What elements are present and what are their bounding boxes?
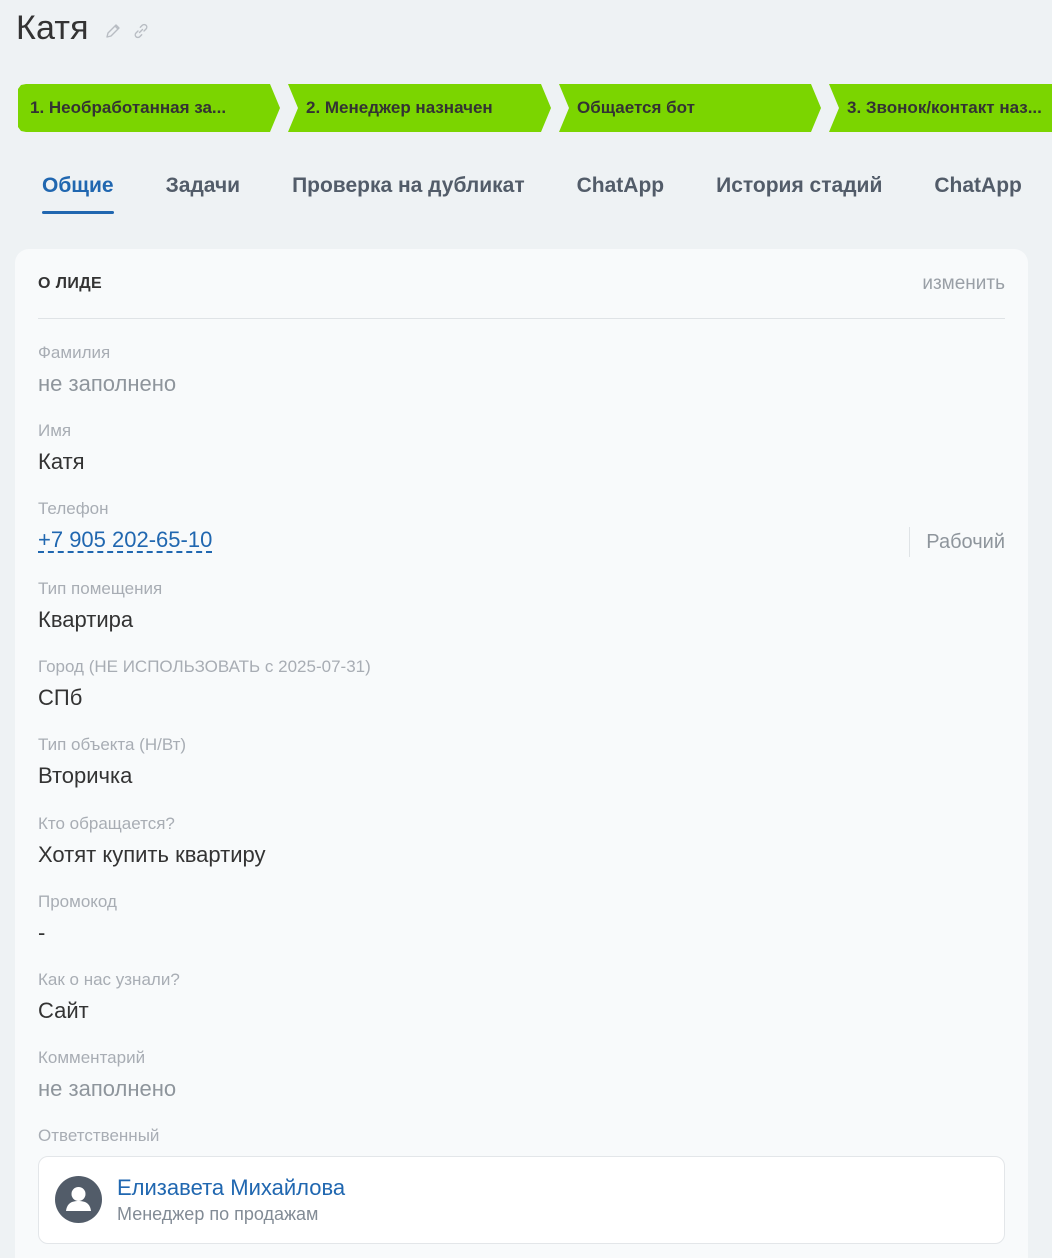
promo-label: Промокод — [38, 892, 117, 911]
card-title: О ЛИДЕ — [38, 275, 103, 292]
tab-chatapp-2[interactable]: ChatApp — [934, 160, 1022, 214]
name-value: Катя — [38, 449, 85, 474]
who-label: Кто обращается? — [38, 814, 175, 833]
phone-link[interactable]: +7 905 202-65-10 — [38, 528, 213, 554]
avatar[interactable] — [55, 1176, 102, 1223]
comment-value: не заполнено — [38, 1076, 177, 1101]
title-actions — [103, 21, 151, 41]
stage-unprocessed[interactable]: 1. Необработанная за... — [18, 84, 280, 132]
page-title: Катя — [16, 8, 89, 47]
stage-call-contact[interactable]: 3. Звонок/контакт наз... — [829, 84, 1052, 132]
tab-duplicate-check[interactable]: Проверка на дубликат — [292, 160, 525, 214]
promo-value: - — [38, 920, 46, 945]
responsible-name[interactable]: Елизавета Михайлова — [117, 1175, 345, 1201]
phone-label: Телефон — [38, 499, 109, 518]
responsible-role: Менеджер по продажам — [117, 1204, 319, 1224]
city-value: СПб — [38, 685, 83, 710]
stage-progress-bar: 1. Необработанная за... 2. Менеджер назн… — [18, 84, 1052, 132]
phone-value: +7 905 202-65-10 — [38, 527, 213, 554]
tab-stage-history[interactable]: История стадий — [716, 160, 882, 214]
tab-chatapp[interactable]: ChatApp — [577, 160, 665, 214]
tab-general[interactable]: Общие — [42, 160, 114, 214]
room-type-label: Тип помещения — [38, 579, 163, 598]
source-value: Сайт — [38, 998, 89, 1023]
edit-link[interactable]: изменить — [922, 269, 1005, 295]
tab-bar: Общие Задачи Проверка на дубликат ChatApp Ис… — [42, 160, 1052, 216]
link-icon[interactable] — [131, 21, 151, 41]
user-icon — [66, 1187, 91, 1211]
comment-label: Комментарий — [38, 1048, 146, 1067]
stage-manager-assigned[interactable]: 2. Менеджер назначен — [288, 84, 551, 132]
lastname-value: не заполнено — [38, 371, 177, 396]
tab-tasks[interactable]: Задачи — [166, 160, 240, 214]
stage-bot-chatting[interactable]: Общается бот — [559, 84, 821, 132]
object-type-label: Тип объекта (Н/Вт) — [38, 735, 187, 754]
room-type-value: Квартира — [38, 607, 134, 632]
city-label: Город (НЕ ИСПОЛЬЗОВАТЬ с 2025-07-31) — [38, 657, 371, 676]
object-type-value: Вторичка — [38, 763, 133, 788]
pencil-icon[interactable] — [103, 21, 123, 41]
lead-info-card: О ЛИДЕ изменить Фамилия не заполнено Имя… — [15, 249, 1028, 1258]
card-header: О ЛИДЕ изменить — [38, 269, 1005, 319]
source-label: Как о нас узнали? — [38, 970, 180, 989]
lead-header: Катя — [16, 6, 151, 50]
who-value: Хотят купить квартиру — [38, 842, 266, 867]
responsible-label: Ответственный — [38, 1126, 160, 1145]
responsible-card[interactable]: Елизавета Михайлова Менеджер по продажам — [38, 1156, 1005, 1244]
phone-type: Рабочий — [909, 527, 1005, 557]
lastname-label: Фамилия — [38, 343, 111, 362]
name-label: Имя — [38, 421, 72, 440]
